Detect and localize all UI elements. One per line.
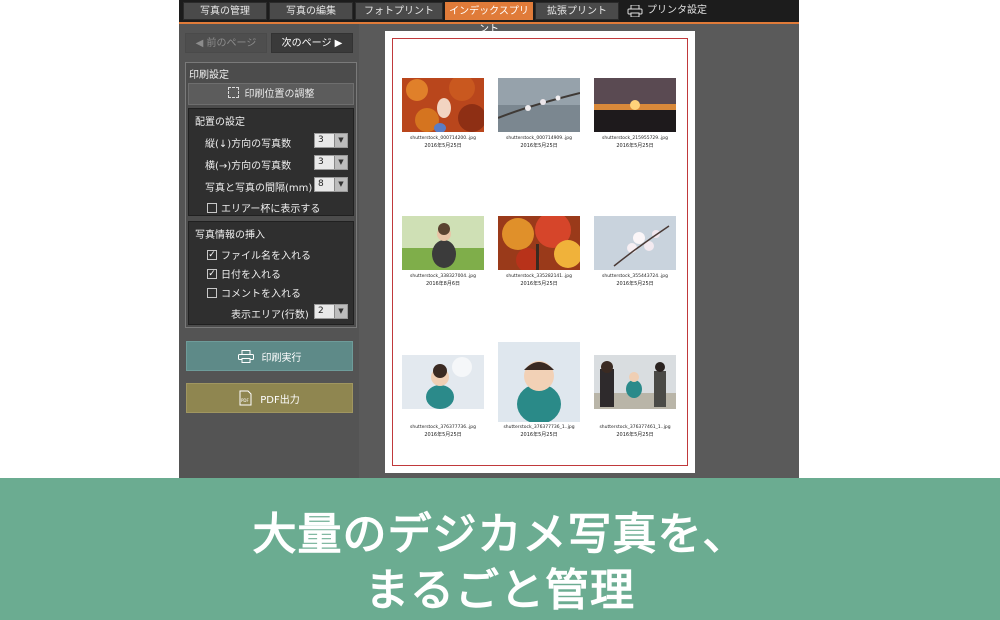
- photo-date: 2016年5月25日: [424, 432, 462, 438]
- date-checkbox[interactable]: ✓ 日付を入れる: [207, 266, 281, 281]
- comment-label: コメントを入れる: [221, 289, 301, 300]
- photo-thumbnail[interactable]: [594, 355, 676, 409]
- adjust-print-position-button[interactable]: 印刷位置の調整: [188, 83, 354, 105]
- fill-area-checkbox-box: [207, 202, 217, 213]
- photo-spacing-label: 写真と写真の間隔(mm): [205, 183, 313, 194]
- svg-text:PDF: PDF: [241, 398, 249, 403]
- photo-filename: shutterstock_335282141..jpg: [506, 274, 572, 279]
- tab-extended-print[interactable]: 拡張プリント: [535, 2, 619, 20]
- photo-date: 2016年5月25日: [616, 432, 654, 438]
- filename-checkbox-box: ✓: [207, 249, 217, 260]
- fill-area-checkbox[interactable]: エリアー杯に表示する: [207, 200, 320, 215]
- filename-label: ファイル名を入れる: [221, 251, 311, 262]
- horizontal-count-label: 横(→)方向の写真数: [205, 161, 292, 172]
- pdf-export-button[interactable]: PDF PDF出力: [186, 383, 353, 413]
- adjust-print-position-label: 印刷位置の調整: [244, 89, 315, 100]
- pdf-file-icon: PDF: [239, 390, 252, 406]
- tab-photo-edit[interactable]: 写真の編集: [269, 2, 353, 20]
- print-settings-title: 印刷設定: [189, 70, 229, 81]
- photo-date: 2016年5月25日: [424, 143, 462, 149]
- photo-filename: shutterstock_376377736..jpg: [410, 425, 476, 430]
- vertical-count-select[interactable]: 3 ▼: [314, 133, 348, 148]
- fill-area-label: エリアー杯に表示する: [221, 204, 321, 215]
- print-settings-panel: 印刷設定 印刷位置の調整 配置の設定 縦(↓)方向の写真数 3 ▼ 横(→)方向…: [185, 62, 357, 328]
- photo-date: 2016年5月25日: [616, 143, 654, 149]
- vertical-count-label: 縦(↓)方向の写真数: [205, 139, 292, 150]
- vertical-count-value: 3: [318, 135, 324, 145]
- layout-settings-title: 配置の設定: [195, 117, 245, 128]
- chevron-down-icon: ▼: [334, 134, 347, 147]
- photo-date: 2016年5月25日: [520, 432, 558, 438]
- prev-page-button[interactable]: ◀ 前のページ: [185, 33, 267, 53]
- photo-filename: shutterstock_376377461_1..jpg: [599, 425, 671, 430]
- photo-date: 2016年5月25日: [520, 143, 558, 149]
- chevron-down-icon: ▼: [334, 178, 347, 191]
- chevron-down-icon: ▼: [334, 156, 347, 169]
- print-execute-button[interactable]: 印刷実行: [186, 341, 353, 371]
- photo-thumbnail[interactable]: [402, 78, 484, 132]
- app-window: 写真の管理 写真の編集 フォトプリント インデックスプリント 拡張プリント プリ…: [179, 0, 799, 478]
- printer-settings-label: プリンタ設定: [647, 5, 707, 16]
- photo-thumbnail[interactable]: [594, 216, 676, 270]
- photo-filename: shutterstock_215955729..jpg: [602, 136, 668, 141]
- photo-filename: shutterstock_355443724..jpg: [602, 274, 668, 279]
- photo-thumbnail[interactable]: [498, 342, 580, 422]
- photo-filename: shutterstock_338327004..jpg: [410, 274, 476, 279]
- printer-icon: [237, 349, 254, 363]
- tab-index-print[interactable]: インデックスプリント: [445, 2, 533, 35]
- horizontal-count-value: 3: [318, 157, 324, 167]
- photo-filename: shutterstock_376377736_1..jpg: [503, 425, 575, 430]
- pdf-export-label: PDF出力: [260, 394, 300, 406]
- print-preview-page: shutterstock_000714200..jpg 2016年5月25日 s…: [385, 31, 695, 473]
- date-checkbox-box: ✓: [207, 268, 217, 279]
- photo-filename: shutterstock_000714200..jpg: [410, 136, 476, 141]
- display-lines-value: 2: [318, 306, 324, 316]
- tab-photo-management[interactable]: 写真の管理: [183, 2, 267, 20]
- date-label: 日付を入れる: [221, 270, 281, 281]
- horizontal-count-select[interactable]: 3 ▼: [314, 155, 348, 170]
- photo-date: 2016年8月6日: [425, 281, 461, 287]
- photo-date: 2016年5月25日: [616, 281, 654, 287]
- photo-thumbnail[interactable]: [402, 355, 484, 409]
- comment-checkbox-box: [207, 287, 217, 298]
- photo-filename: shutterstock_000714909..jpg: [506, 136, 572, 141]
- layout-settings-box: 配置の設定 縦(↓)方向の写真数 3 ▼ 横(→)方向の写真数 3 ▼ 写真と写…: [188, 108, 354, 216]
- banner-line-2: まるごと管理: [365, 565, 635, 616]
- chevron-down-icon: ▼: [334, 305, 347, 318]
- photo-date: 2016年5月25日: [520, 281, 558, 287]
- photo-spacing-select[interactable]: 8 ▼: [314, 177, 348, 192]
- display-lines-select[interactable]: 2 ▼: [314, 304, 348, 319]
- left-panel: ◀ 前のページ 次のページ ▶ 印刷設定 印刷位置の調整 配置の設定 縦(↓)方…: [179, 24, 359, 478]
- photo-thumbnail[interactable]: [498, 216, 580, 270]
- photo-thumbnail[interactable]: [594, 78, 676, 132]
- photo-thumbnail[interactable]: [402, 216, 484, 270]
- tab-bar: 写真の管理 写真の編集 フォトプリント インデックスプリント 拡張プリント プリ…: [179, 0, 799, 35]
- next-page-button[interactable]: 次のページ ▶: [271, 33, 353, 53]
- photo-info-title: 写真情報の挿入: [195, 230, 265, 241]
- photo-info-box: 写真情報の挿入 ✓ ファイル名を入れる ✓ 日付を入れる コメントを入れる 表示…: [188, 221, 354, 325]
- print-execute-label: 印刷実行: [261, 352, 302, 364]
- printer-settings-button[interactable]: プリンタ設定: [627, 2, 707, 20]
- caption-banner: 大量のデジカメ写真を、 まるごと管理: [0, 478, 1000, 620]
- filename-checkbox[interactable]: ✓ ファイル名を入れる: [207, 247, 311, 262]
- display-lines-label: 表示エリア(行数): [231, 310, 309, 321]
- photo-spacing-value: 8: [318, 179, 324, 189]
- photo-thumbnail[interactable]: [498, 78, 580, 132]
- printer-icon: [627, 5, 643, 17]
- comment-checkbox[interactable]: コメントを入れる: [207, 285, 301, 300]
- tab-photo-print[interactable]: フォトプリント: [355, 2, 443, 20]
- dashed-frame-icon: [227, 87, 239, 98]
- banner-line-1: 大量のデジカメ写真を、: [252, 509, 748, 560]
